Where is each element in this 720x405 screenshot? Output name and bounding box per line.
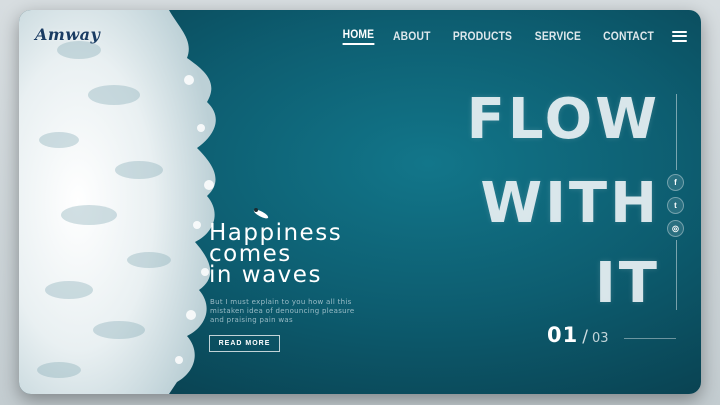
slide-pager: 01 / 03 bbox=[547, 323, 609, 347]
pager-separator: / bbox=[582, 327, 588, 347]
hero-card: Amway HOME ABOUT PRODUCTS SERVICE CONTAC… bbox=[19, 10, 701, 394]
headline-line-3: in waves bbox=[209, 262, 322, 288]
divider-line bbox=[676, 240, 677, 310]
instagram-icon[interactable]: ◎ bbox=[667, 220, 684, 237]
hero-big-title-line-1: FLOW bbox=[466, 87, 660, 152]
divider-line bbox=[676, 94, 677, 170]
surfer-image bbox=[253, 208, 269, 219]
twitter-icon[interactable]: t bbox=[667, 197, 684, 214]
hero-big-title-line-2: WITH bbox=[480, 171, 660, 236]
hero-headline: Happiness comes in waves bbox=[209, 222, 342, 288]
pager-current: 01 bbox=[547, 323, 579, 347]
nav-item-products[interactable]: PRODUCTS bbox=[453, 29, 512, 43]
brand-logo[interactable]: Amway bbox=[35, 25, 100, 44]
facebook-icon[interactable]: f bbox=[667, 174, 684, 191]
hamburger-icon[interactable] bbox=[672, 30, 687, 42]
social-links: f t ◎ bbox=[667, 174, 684, 237]
nav-item-about[interactable]: ABOUT bbox=[393, 29, 431, 43]
main-nav: HOME ABOUT PRODUCTS SERVICE CONTACT bbox=[340, 27, 687, 45]
pager-total: 03 bbox=[591, 331, 609, 346]
page-background: Amway HOME ABOUT PRODUCTS SERVICE CONTAC… bbox=[0, 0, 720, 405]
nav-item-home[interactable]: HOME bbox=[342, 27, 374, 45]
nav-item-contact[interactable]: CONTACT bbox=[603, 29, 654, 43]
pager-progress-line bbox=[624, 338, 676, 339]
hero-big-title-line-3: IT bbox=[594, 251, 660, 316]
read-more-button[interactable]: READ MORE bbox=[209, 335, 280, 352]
hero-paragraph: But I must explain to you how all this m… bbox=[210, 298, 355, 324]
nav-item-service[interactable]: SERVICE bbox=[535, 29, 581, 43]
